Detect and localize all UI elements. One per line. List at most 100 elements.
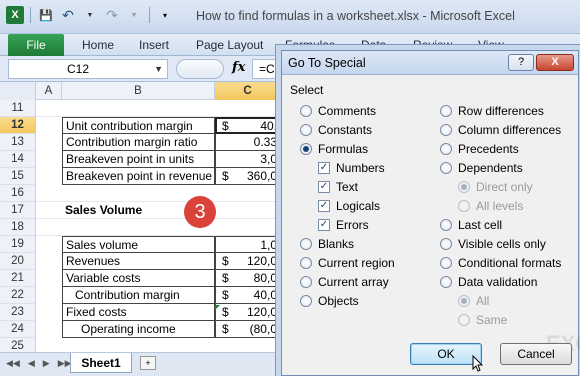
tab-file[interactable]: File xyxy=(8,34,64,56)
cell-label[interactable]: Breakeven point in revenue xyxy=(62,168,215,185)
tab-insert[interactable]: Insert xyxy=(139,38,169,52)
option-data-validation[interactable]: Data validation xyxy=(440,274,537,290)
redo-dropdown-icon[interactable]: ▼ xyxy=(125,6,143,24)
cell-value-cell[interactable]: 1,0 xyxy=(215,236,280,253)
excel-logo-icon[interactable]: X xyxy=(6,6,24,24)
undo-dropdown-icon[interactable]: ▼ xyxy=(81,6,99,24)
cell-value-cell[interactable]: 3,0 xyxy=(215,151,280,168)
option-text[interactable]: ✓ Text xyxy=(318,179,358,195)
radio-icon[interactable] xyxy=(440,105,452,117)
column-header-b[interactable]: B xyxy=(62,82,215,100)
radio-icon[interactable] xyxy=(300,295,312,307)
active-cell[interactable]: $40. xyxy=(215,117,280,134)
tab-home[interactable]: Home xyxy=(82,38,114,52)
insert-function-icon[interactable]: fx xyxy=(232,60,245,75)
select-all-corner[interactable] xyxy=(0,82,36,100)
row-header[interactable]: 12 xyxy=(0,117,36,134)
radio-icon[interactable] xyxy=(440,219,452,231)
radio-icon[interactable] xyxy=(300,124,312,136)
row-header[interactable]: 23 xyxy=(0,304,36,321)
tab-page-layout[interactable]: Page Layout xyxy=(196,38,263,52)
option-dependents[interactable]: Dependents xyxy=(440,160,523,176)
next-sheet-icon[interactable]: ▶ xyxy=(43,358,50,369)
cell-value-cell[interactable]: $120,0 xyxy=(215,253,280,270)
radio-icon[interactable] xyxy=(440,124,452,136)
prev-sheet-icon[interactable]: ◀ xyxy=(28,358,35,369)
checkbox-checked-icon[interactable]: ✓ xyxy=(318,200,330,212)
name-box[interactable]: C12 ▼ xyxy=(8,59,168,79)
sheet-tab[interactable]: Sheet1 xyxy=(70,353,132,373)
radio-icon[interactable] xyxy=(440,162,452,174)
cell-label[interactable]: Breakeven point in units xyxy=(62,151,215,168)
option-visible-cells-only[interactable]: Visible cells only xyxy=(440,236,546,252)
redo-icon[interactable]: ↷ xyxy=(103,6,121,24)
row-header[interactable]: 20 xyxy=(0,253,36,270)
option-column-differences[interactable]: Column differences xyxy=(440,122,561,138)
help-button[interactable]: ? xyxy=(508,54,534,71)
radio-icon[interactable] xyxy=(440,238,452,250)
cancel-button[interactable]: Cancel xyxy=(500,343,572,365)
save-icon[interactable]: 💾 xyxy=(37,6,55,24)
radio-icon[interactable] xyxy=(300,257,312,269)
row-header[interactable]: 14 xyxy=(0,151,36,168)
option-current-array[interactable]: Current array xyxy=(300,274,389,290)
option-objects[interactable]: Objects xyxy=(300,293,359,309)
row-header[interactable]: 13 xyxy=(0,134,36,151)
option-constants[interactable]: Constants xyxy=(300,122,372,138)
option-errors[interactable]: ✓ Errors xyxy=(318,217,369,233)
first-sheet-icon[interactable]: ◀◀ xyxy=(6,358,20,369)
row-header[interactable]: 16 xyxy=(0,185,36,202)
radio-selected-icon[interactable] xyxy=(300,143,312,155)
cell-label[interactable]: Contribution margin ratio xyxy=(62,134,215,151)
insert-sheet-icon[interactable]: + xyxy=(140,356,156,370)
checkbox-checked-icon[interactable]: ✓ xyxy=(318,162,330,174)
cell-value-cell[interactable]: 0.33 xyxy=(215,134,280,151)
cell-value-cell[interactable]: $ (80,0 xyxy=(215,321,280,338)
option-conditional-formats[interactable]: Conditional formats xyxy=(440,255,561,271)
radio-icon[interactable] xyxy=(300,105,312,117)
row-header[interactable]: 17 xyxy=(0,202,36,219)
cell-label[interactable]: Contribution margin xyxy=(62,287,215,304)
radio-icon[interactable] xyxy=(440,257,452,269)
checkbox-checked-icon[interactable]: ✓ xyxy=(318,219,330,231)
option-row-differences[interactable]: Row differences xyxy=(440,103,544,119)
option-formulas[interactable]: Formulas xyxy=(300,141,368,157)
option-blanks[interactable]: Blanks xyxy=(300,236,354,252)
cell-label[interactable]: Unit contribution margin xyxy=(62,117,215,134)
column-header-a[interactable]: A xyxy=(36,82,62,100)
row-header[interactable]: 22 xyxy=(0,287,36,304)
option-last-cell[interactable]: Last cell xyxy=(440,217,502,233)
customize-toolbar-icon[interactable]: ▾ xyxy=(156,6,174,24)
radio-icon[interactable] xyxy=(300,238,312,250)
checkbox-checked-icon[interactable]: ✓ xyxy=(318,181,330,193)
option-logicals[interactable]: ✓ Logicals xyxy=(318,198,380,214)
row-header[interactable]: 19 xyxy=(0,236,36,253)
cell-label[interactable]: Revenues xyxy=(62,253,215,270)
cell-value-cell[interactable]: $360,0 xyxy=(215,168,280,185)
column-header-c[interactable]: C xyxy=(215,82,281,100)
row-header[interactable]: 18 xyxy=(0,219,36,236)
cell-value-cell[interactable]: $40,0 xyxy=(215,287,280,304)
cell-label[interactable]: Sales volume xyxy=(62,236,215,253)
chevron-down-icon[interactable]: ▼ xyxy=(154,60,163,78)
option-numbers[interactable]: ✓ Numbers xyxy=(318,160,385,176)
radio-icon[interactable] xyxy=(440,143,452,155)
cell-value-cell[interactable]: $80,0 xyxy=(215,270,280,287)
cell-label[interactable]: Fixed costs xyxy=(62,304,215,321)
cell-value-cell[interactable]: $120,0 xyxy=(215,304,280,321)
option-label: Conditional formats xyxy=(458,256,562,270)
option-all-levels: All levels xyxy=(458,198,523,214)
row-header[interactable]: 24 xyxy=(0,321,36,338)
row-header[interactable]: 11 xyxy=(0,100,36,117)
cell-label[interactable]: Operating income xyxy=(62,321,215,338)
row-header[interactable]: 21 xyxy=(0,270,36,287)
row-header[interactable]: 15 xyxy=(0,168,36,185)
option-precedents[interactable]: Precedents xyxy=(440,141,519,157)
undo-icon[interactable]: ↶ xyxy=(59,6,77,24)
close-button[interactable]: X xyxy=(536,54,574,71)
radio-icon[interactable] xyxy=(300,276,312,288)
radio-icon[interactable] xyxy=(440,276,452,288)
option-comments[interactable]: Comments xyxy=(300,103,376,119)
cell-label[interactable]: Variable costs xyxy=(62,270,215,287)
option-current-region[interactable]: Current region xyxy=(300,255,395,271)
